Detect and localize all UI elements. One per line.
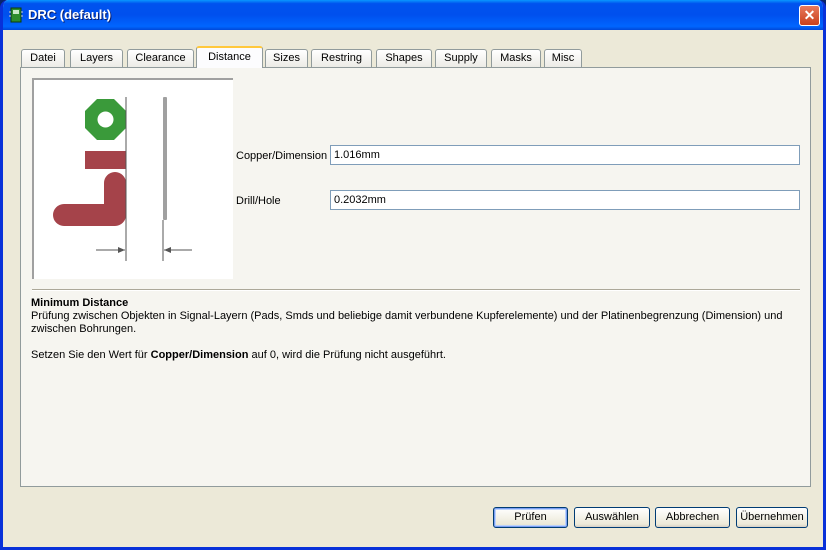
note-prefix: Setzen Sie den Wert für: [31, 349, 151, 361]
tab-masks[interactable]: Masks: [491, 49, 541, 67]
description-body: Prüfung zwischen Objekten in Signal-Laye…: [31, 310, 783, 335]
note-bold: Copper/Dimension: [150, 349, 249, 361]
tab-clearance[interactable]: Clearance: [127, 49, 194, 67]
description-note: Setzen Sie den Wert für Copper/Dimension…: [31, 349, 791, 362]
app-icon: [9, 7, 23, 23]
drill-hole-input[interactable]: [330, 190, 800, 210]
tab-sizes[interactable]: Sizes: [265, 49, 308, 67]
drc-dialog: DRC (default) ✕ Datei Layers Clearance D…: [0, 0, 826, 550]
title-bar[interactable]: DRC (default) ✕: [3, 0, 823, 30]
distance-diagram: [32, 78, 233, 279]
apply-button[interactable]: Übernehmen: [736, 507, 808, 528]
pad-drill-hole: [97, 111, 114, 128]
copper-dimension-input[interactable]: [330, 145, 800, 165]
close-icon: ✕: [803, 7, 816, 23]
smd-pad: [85, 151, 126, 169]
copper-dimension-label: Copper/Dimension: [236, 150, 328, 162]
tab-shapes[interactable]: Shapes: [376, 49, 432, 67]
select-button[interactable]: Auswählen: [574, 507, 650, 528]
dimension-line: [163, 97, 167, 220]
tab-misc[interactable]: Misc: [544, 49, 582, 67]
description-area: Minimum Distance Prüfung zwischen Objekt…: [31, 297, 791, 362]
drill-hole-label: Drill/Hole: [236, 195, 281, 207]
arrow-left-head: [118, 247, 125, 253]
tab-supply[interactable]: Supply: [435, 49, 487, 67]
tab-restring[interactable]: Restring: [311, 49, 372, 67]
cancel-button[interactable]: Abbrechen: [655, 507, 730, 528]
tab-distance[interactable]: Distance: [196, 46, 263, 68]
tab-datei[interactable]: Datei: [21, 49, 65, 67]
description-title: Minimum Distance: [31, 297, 129, 309]
distance-panel: Copper/Dimension Drill/Hole Minimum Dist…: [20, 67, 811, 487]
note-suffix: auf 0, wird die Prüfung nicht ausgeführt…: [248, 349, 446, 361]
close-button[interactable]: ✕: [799, 5, 820, 26]
window-title: DRC (default): [28, 7, 112, 22]
tab-layers[interactable]: Layers: [70, 49, 123, 67]
arrow-right-head: [164, 247, 171, 253]
section-divider: [32, 289, 800, 291]
check-button[interactable]: Prüfen: [493, 507, 568, 528]
copper-wire: [53, 172, 126, 226]
